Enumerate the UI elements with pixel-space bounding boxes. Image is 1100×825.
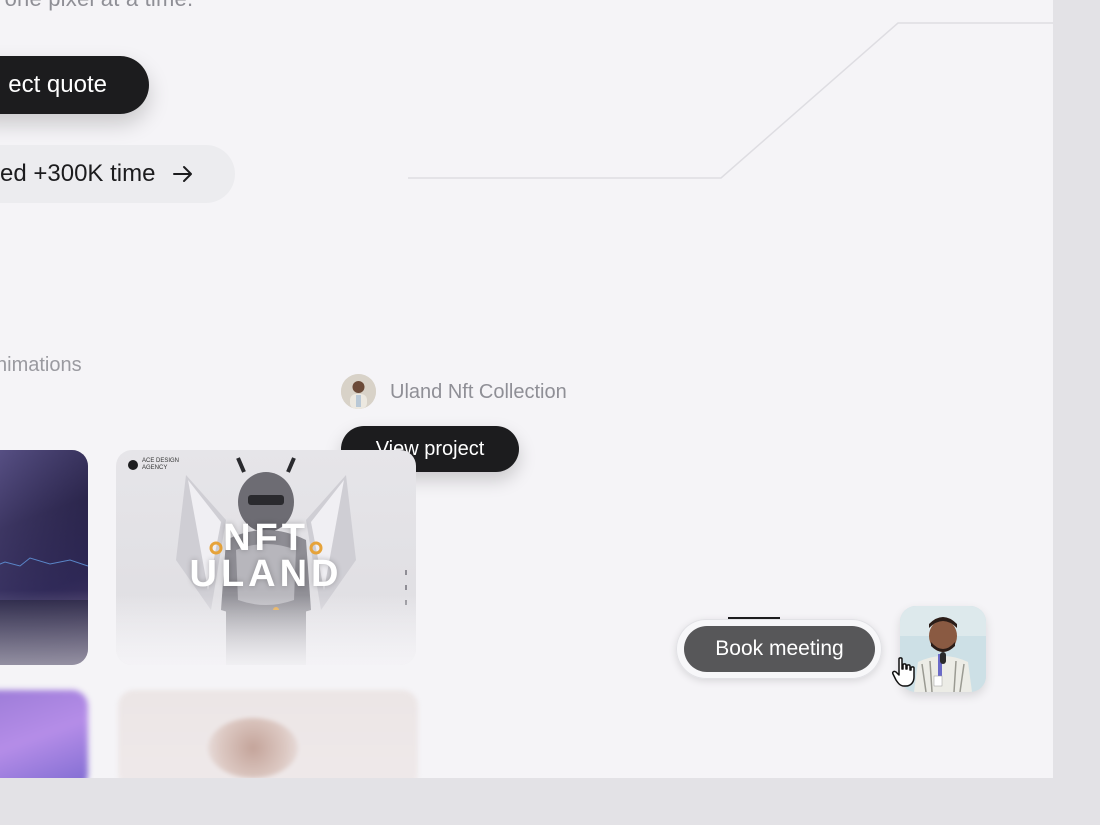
card-fade [116,595,416,665]
project-card-dark[interactable] [0,450,88,665]
category-label: nimations [0,354,82,376]
page: , one pixel at a time. ect quote ed +300… [0,0,1053,778]
nft-card-title: NFT ULAND [116,517,416,595]
project-card-light[interactable] [118,690,418,778]
decorative-line [408,22,1053,179]
nft-card-title-line1: NFT [223,517,309,559]
project-card-nft[interactable]: ACE DESIGN AGENCY NFT ULAND [116,450,416,665]
card-image-blob [208,718,298,778]
book-meeting-indicator [728,617,780,619]
project-card-purple[interactable] [0,690,88,778]
nft-card-title-line2: ULAND [189,553,343,595]
project-title: Uland Nft Collection [390,381,567,403]
project-author-avatar [341,374,376,409]
book-meeting-label: Book meeting [715,637,844,660]
book-meeting-button[interactable]: Book meeting [684,626,875,672]
hand-pointer-icon [892,657,915,687]
